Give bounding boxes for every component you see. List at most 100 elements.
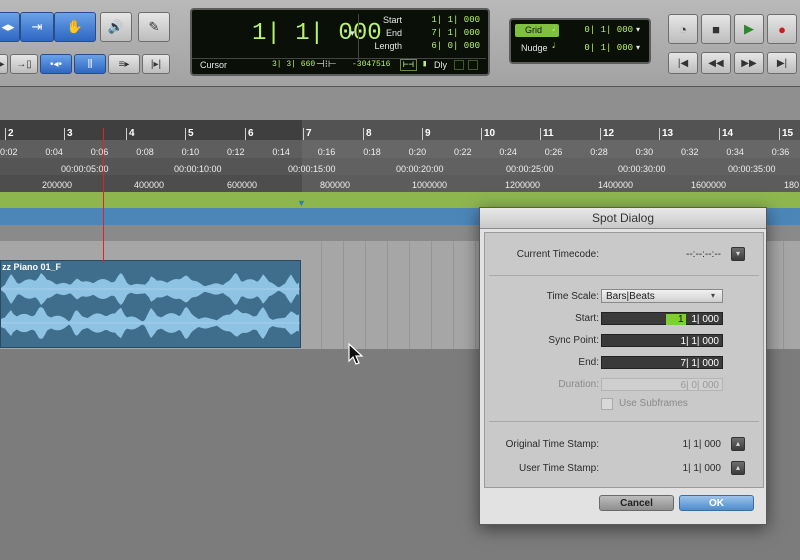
slip-mode-icon[interactable]: →▯ [10,54,38,74]
bar-number-5: 5 [188,128,194,139]
square-icon[interactable] [454,60,464,70]
bar-tick [659,128,660,140]
link-icon[interactable]: ⊢⊣ [400,59,417,71]
bar-number-10: 10 [484,128,496,139]
cancel-button[interactable]: Cancel [599,495,674,511]
mouse-pointer-icon [348,343,364,365]
minsecs-label: 0:10 [181,147,200,157]
grabber-tool-icon[interactable]: ✋ [54,12,96,42]
timecode-label: 00:00:35:00 [728,164,776,174]
samples-label: 1600000 [691,180,727,190]
online-icon[interactable]: ◔ [668,14,698,44]
current-timecode-menu-icon[interactable]: ▾ [731,247,745,261]
return-to-zero-icon[interactable]: |◀ [668,52,698,74]
minsecs-label: 0:06 [90,147,109,157]
samples-label: 600000 [227,180,258,190]
bar-number-9: 9 [425,128,431,139]
bar-tick [126,128,127,140]
main-counter-display: 1| 1| 000 ▾ Start End Length 1| 1| 000 7… [190,8,490,76]
waveform-icon: ⊣⁝⊢ [316,59,337,70]
record-icon[interactable]: ● [767,14,797,44]
toolbar-spacer [0,87,800,120]
start-field[interactable]: 1 1| 000 [601,312,723,325]
minsecs-label: 0:20 [408,147,427,157]
minsecs-label: 0:36 [771,147,790,157]
user-time-stamp-up-icon[interactable]: ▴ [731,461,745,475]
speaker-icon[interactable]: 🔊 [100,12,132,42]
cursor-label: Cursor [200,60,228,70]
pencil-tool-icon[interactable]: ✎ [138,12,170,42]
original-time-stamp-up-icon[interactable]: ▴ [731,437,745,451]
start-field-rest[interactable]: 1| 000 [688,314,719,325]
nudge-label[interactable]: Nudge [521,43,548,53]
minsecs-label: 0:16 [317,147,336,157]
tempo-ruler[interactable] [0,192,800,208]
marker-triangle-icon[interactable]: ▼ [297,198,306,208]
ok-button[interactable]: OK [679,495,754,511]
bar-number-15: 15 [782,128,794,139]
fast-forward-icon[interactable]: ▶▶ [734,52,764,74]
start-label: Start [382,15,402,25]
spot-mode-icon[interactable]: •◂• [40,54,72,74]
minsecs-label: 0:24 [499,147,517,157]
end-value[interactable]: 7| 1| 000 [422,28,480,38]
dly-icon[interactable]: ▮ [422,59,427,69]
bar-number-8: 8 [366,128,372,139]
end-field[interactable]: 7| 1| 000 [601,356,723,369]
grid-dropdown-icon[interactable]: ▾ [636,25,640,34]
play-icon[interactable]: ▶ [734,14,764,44]
use-subframes-checkbox[interactable] [601,398,613,410]
minsecs-label: 0:04 [45,147,63,157]
bar-tick [5,128,6,140]
grid-value[interactable]: 0| 1| 000 [581,25,633,35]
bar-tick [779,128,780,140]
timecode-label: 00:00:20:00 [396,164,444,174]
length-value[interactable]: 6| 0| 000 [422,41,480,51]
bar-number-7: 7 [306,128,312,139]
samples-label: 200000 [42,180,73,190]
time-scale-select[interactable]: Bars|Beats [601,289,723,303]
playhead-line [103,128,104,263]
bar-number-6: 6 [248,128,254,139]
list-icon[interactable]: ≡▸ [108,54,140,74]
minsecs-label: 0:18 [363,147,381,157]
bar-number-2: 2 [8,128,14,139]
samples-label: 180 [784,180,800,190]
range-icon[interactable]: |▸| [142,54,170,74]
cursor-value: 3| 3| 660 [272,60,316,69]
sync-point-field[interactable]: 1| 1| 000 [601,334,723,347]
current-timecode-value: --:--:--:-- [686,249,721,260]
shuffle-mode-icon[interactable]: ▸ [0,54,8,74]
square-icon-2[interactable] [468,60,478,70]
minsecs-label: 0:26 [544,147,563,157]
minsecs-label: 0:02 [0,147,18,157]
samples-label: 1200000 [505,180,541,190]
bar-number-13: 13 [662,128,674,139]
start-field-bar-highlight[interactable]: 1 [666,314,686,325]
grid-mode-icon[interactable]: ⫼ [74,54,106,74]
go-to-end-icon[interactable]: ▶| [767,52,797,74]
quarter-note-icon: ♩ [551,23,558,35]
timecode-label: 00:00:15:00 [288,164,336,174]
dly-label[interactable]: Dly [434,60,447,70]
minsecs-label: 0:08 [136,147,154,157]
audio-clip[interactable] [0,260,301,348]
bar-number-12: 12 [603,128,615,139]
main-counter-dropdown-icon[interactable]: ▾ [350,28,355,39]
minsecs-label: 0:30 [635,147,654,157]
grid-label[interactable]: Grid [525,25,542,35]
selector-tool-icon[interactable]: ⇥ [20,12,54,42]
edit-window-toolbar: ◂▸ ⇥ ✋ 🔊 ✎ ▸ →▯ •◂• ⫼ ≡▸ |▸| 1| 1| 000 ▾… [0,0,800,87]
chevron-down-icon: ▾ [711,291,716,300]
samples-label: 1000000 [412,180,448,190]
nudge-dropdown-icon[interactable]: ▾ [636,43,640,52]
minsecs-label: 0:34 [726,147,744,157]
nudge-value[interactable]: 0| 1| 000 [581,43,633,53]
main-counter[interactable]: 1| 1| 000 [252,20,382,47]
stop-icon[interactable]: ■ [701,14,731,44]
rewind-icon[interactable]: ◀◀ [701,52,731,74]
start-value[interactable]: 1| 1| 000 [422,15,480,25]
trim-tool-icon[interactable]: ◂▸ [0,12,20,42]
timecode-label: 00:00:25:00 [506,164,554,174]
original-time-stamp-value: 1| 1| 000 [682,439,721,450]
